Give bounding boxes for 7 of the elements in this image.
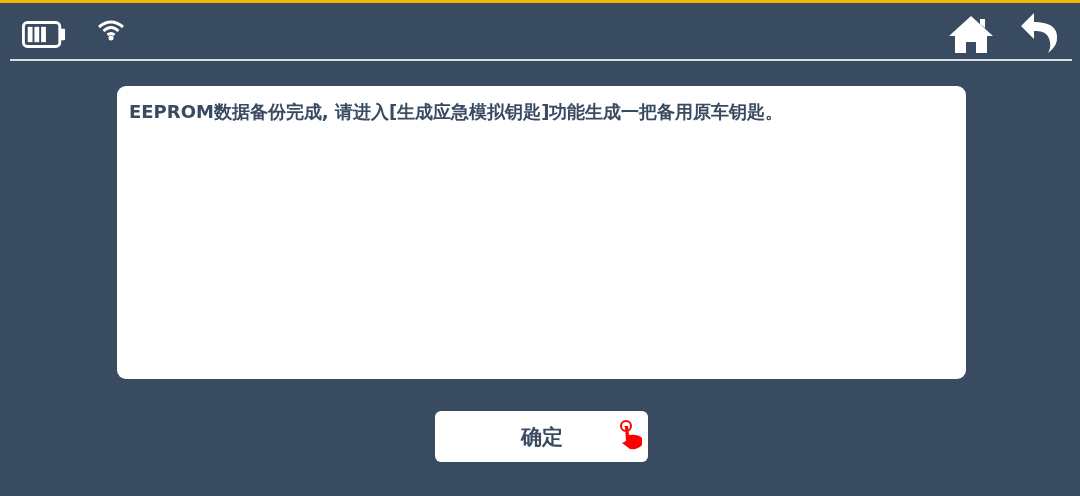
battery-icon <box>22 20 66 48</box>
home-icon[interactable] <box>948 14 994 54</box>
message-text: EEPROM数据备份完成, 请进入[生成应急模拟钥匙]功能生成一把备用原车钥匙。 <box>129 100 785 124</box>
tap-hand-icon <box>618 419 644 451</box>
back-icon[interactable] <box>1020 12 1058 54</box>
wifi-icon <box>96 19 126 41</box>
confirm-button[interactable]: 确定 <box>435 411 648 462</box>
